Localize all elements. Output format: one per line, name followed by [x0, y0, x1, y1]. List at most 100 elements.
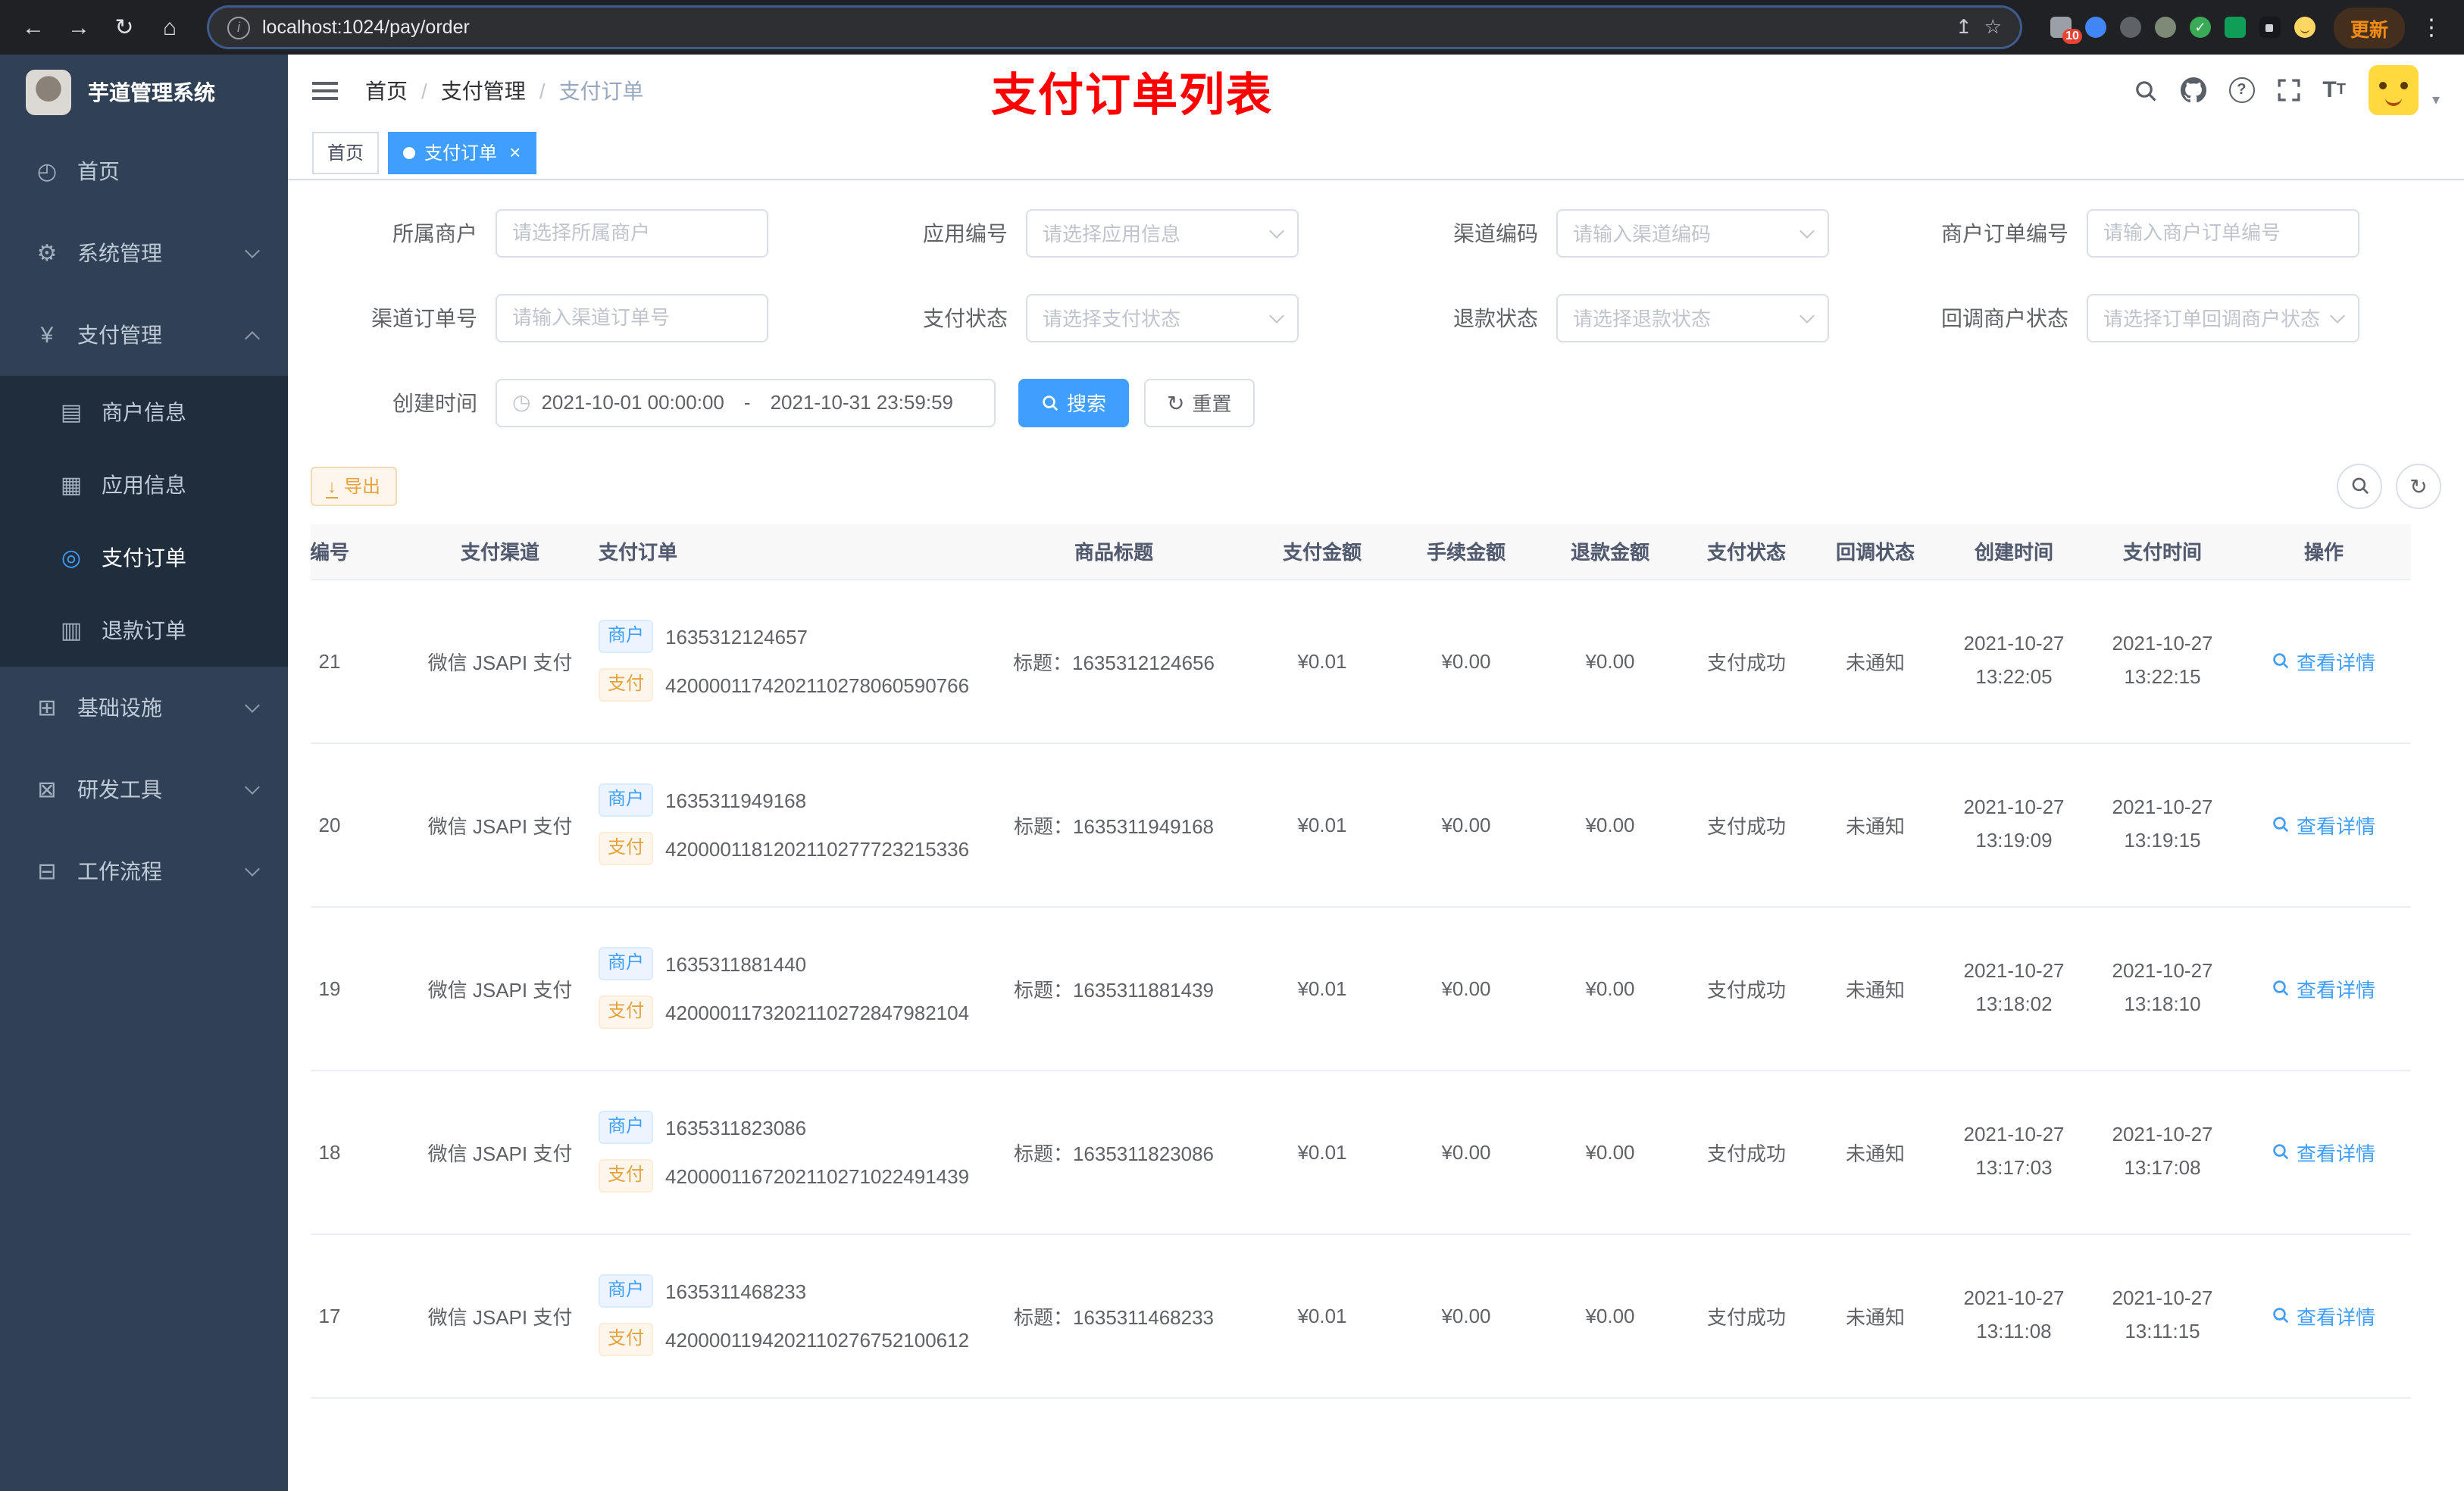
cell-create-time: 2021-10-27 13:19:09 — [1963, 796, 2065, 852]
table-toolbar: ↓ 导出 ↻ — [311, 463, 2441, 509]
cell-title: 标题：1635311949168 — [1013, 814, 1215, 838]
filter-label: 支付状态 — [923, 305, 1008, 330]
share-icon[interactable]: ↥ — [1956, 15, 1972, 39]
reset-button[interactable]: ↻ 重置 — [1144, 378, 1255, 427]
pay-status-select[interactable]: 请选择支付状态 — [1026, 293, 1299, 342]
table-tools: ↻ — [2337, 463, 2441, 509]
view-detail-link[interactable]: 查看详情 — [2272, 647, 2375, 676]
merchant-order-no-input[interactable] — [2087, 208, 2359, 258]
cell-fee: ¥0.00 — [1441, 1140, 1491, 1164]
search-icon[interactable] — [2133, 79, 2157, 103]
tab-close-icon[interactable]: × — [509, 143, 521, 163]
fullscreen-icon[interactable] — [2277, 80, 2300, 102]
cell-channel: 微信 JSAPI 支付 — [427, 651, 573, 674]
filter-create-time: 创建时间 ◷ 2021-10-01 00:00:00 - 2021-10-31 … — [311, 378, 1868, 427]
help-icon[interactable]: ? — [2228, 77, 2255, 104]
tab-home[interactable]: 首页 — [312, 131, 380, 174]
view-detail-link[interactable]: 查看详情 — [2272, 1302, 2375, 1330]
sidebar-item-payment[interactable]: ¥ 支付管理 — [0, 294, 288, 376]
address-bar[interactable]: i localhost:1024/pay/order ↥ ☆ — [209, 8, 2020, 47]
extension-olive-icon[interactable] — [2154, 17, 2176, 38]
browser-forward-button[interactable]: → — [61, 9, 97, 45]
breadcrumb-separator: / — [539, 78, 546, 103]
cell-notify: 未通知 — [1845, 814, 1905, 838]
cell-create-time: 2021-10-27 13:22:05 — [1963, 632, 2065, 689]
view-detail-link[interactable]: 查看详情 — [2272, 1138, 2375, 1167]
cell-channel: 微信 JSAPI 支付 — [427, 814, 573, 838]
col-header-amount: 支付金额 — [1282, 541, 1362, 564]
sidebar-item-system[interactable]: ⚙ 系统管理 — [0, 212, 288, 294]
filter-callback-status: 回调商户状态 请选择订单回调商户状态 — [1902, 293, 2399, 342]
channel-order-no-input[interactable] — [496, 293, 768, 342]
sidebar-item-workflow[interactable]: ⊟ 工作流程 — [0, 830, 288, 912]
site-info-icon[interactable]: i — [227, 16, 250, 39]
cell-channel: 微信 JSAPI 支付 — [427, 1305, 573, 1329]
sidebar-item-pay-order[interactable]: ◎ 支付订单 — [0, 521, 288, 594]
merchant-input[interactable] — [496, 208, 768, 258]
sidebar-item-merchant-info[interactable]: ▤ 商户信息 — [0, 376, 288, 449]
extension-dark-icon[interactable] — [2119, 17, 2141, 38]
merchant-order-no-field[interactable] — [2103, 221, 2343, 245]
filter-label: 渠道编码 — [1453, 220, 1538, 245]
view-detail-link[interactable]: 查看详情 — [2272, 811, 2375, 839]
browser-profile-avatar[interactable] — [2294, 17, 2315, 38]
sidebar: 芋道管理系统 ◴ 首页 ⚙ 系统管理 ¥ 支付管理 ▤ 商户信息 ▦ 应用信息 … — [0, 55, 288, 1491]
cell-order: 商户 1635312124657 支付 42000011742021102780… — [583, 620, 977, 702]
browser-home-button[interactable]: ⌂ — [152, 9, 188, 45]
search-button[interactable]: 搜索 — [1018, 378, 1130, 427]
merchant-input-field[interactable] — [512, 221, 752, 245]
callback-status-select[interactable]: 请选择订单回调商户状态 — [2087, 293, 2359, 342]
merchant-tag: 商户 — [599, 1274, 654, 1308]
date-range-input[interactable]: ◷ 2021-10-01 00:00:00 - 2021-10-31 23:59… — [496, 378, 996, 427]
table-row: 20 微信 JSAPI 支付 商户 1635311949168 支付 42000… — [311, 743, 2411, 908]
page-content: 所属商户 应用编号 请选择应用信息 渠道编码 — [288, 180, 2464, 1491]
avatar-caret-icon[interactable]: ▾ — [2432, 93, 2440, 110]
sidebar-item-home[interactable]: ◴ 首页 — [0, 130, 288, 212]
extension-check-icon[interactable]: ✓ — [2189, 17, 2211, 38]
sidebar-item-label: 系统管理 — [77, 241, 162, 265]
toggle-search-button[interactable] — [2337, 463, 2382, 509]
cell-title: 标题：1635311468233 — [1013, 1305, 1215, 1329]
breadcrumb-payment[interactable]: 支付管理 — [441, 76, 526, 106]
extension-pinned-icon[interactable] — [2259, 17, 2281, 38]
breadcrumb-separator: / — [421, 78, 427, 103]
view-detail-label: 查看详情 — [2296, 814, 2375, 838]
channel-order-no-field[interactable] — [512, 306, 752, 330]
sidebar-item-refund-order[interactable]: ▥ 退款订单 — [0, 594, 288, 667]
app-select[interactable]: 请选择应用信息 — [1026, 208, 1299, 258]
extension-chat-icon[interactable] — [2224, 17, 2246, 38]
user-avatar[interactable] — [2368, 65, 2419, 116]
bookmark-star-icon[interactable]: ☆ — [1984, 15, 2002, 39]
sidebar-logo[interactable]: 芋道管理系统 — [0, 55, 288, 130]
extension-blue-icon[interactable] — [2084, 17, 2106, 38]
sidebar-item-dev-tools[interactable]: ⊠ 研发工具 — [0, 749, 288, 830]
sidebar-item-infra[interactable]: ⊞ 基础设施 — [0, 667, 288, 749]
extensions-puzzle-icon[interactable]: 10 — [2050, 17, 2082, 44]
reset-button-label: 重置 — [1192, 392, 1232, 416]
refresh-table-button[interactable]: ↻ — [2396, 463, 2441, 509]
breadcrumb-home[interactable]: 首页 — [365, 76, 408, 106]
address-url[interactable]: localhost:1024/pay/order — [262, 17, 1943, 38]
chrome-update-button[interactable]: 更新 — [2333, 7, 2405, 48]
hamburger-icon[interactable] — [312, 81, 338, 85]
sidebar-item-app-info[interactable]: ▦ 应用信息 — [0, 449, 288, 521]
export-button[interactable]: ↓ 导出 — [311, 466, 398, 506]
target-icon: ◎ — [61, 545, 82, 571]
cell-amount: ¥0.01 — [1297, 813, 1347, 836]
browser-reload-button[interactable]: ↻ — [106, 9, 142, 45]
pay-tag: 支付 — [599, 996, 654, 1030]
font-size-icon[interactable]: TT — [2322, 78, 2346, 104]
filter-channel-code: 渠道编码 请输入渠道编码 — [1371, 208, 1868, 258]
col-header-refund: 退款金额 — [1570, 541, 1649, 564]
refund-status-select[interactable]: 请选择退款状态 — [1556, 293, 1829, 342]
tab-pay-order[interactable]: 支付订单 × — [388, 131, 536, 174]
pay-order-no: 4200001167202110271022491439 — [665, 1164, 970, 1188]
col-header-channel: 支付渠道 — [460, 541, 539, 564]
channel-code-select[interactable]: 请输入渠道编码 — [1556, 208, 1829, 258]
view-detail-link[interactable]: 查看详情 — [2272, 974, 2375, 1003]
chevron-up-icon — [245, 330, 260, 345]
browser-back-button[interactable]: ← — [15, 9, 52, 45]
table-row: 19 微信 JSAPI 支付 商户 1635311881440 支付 42000… — [311, 907, 2411, 1071]
browser-menu-icon[interactable]: ⋮ — [2414, 14, 2449, 41]
github-icon[interactable] — [2180, 77, 2206, 104]
